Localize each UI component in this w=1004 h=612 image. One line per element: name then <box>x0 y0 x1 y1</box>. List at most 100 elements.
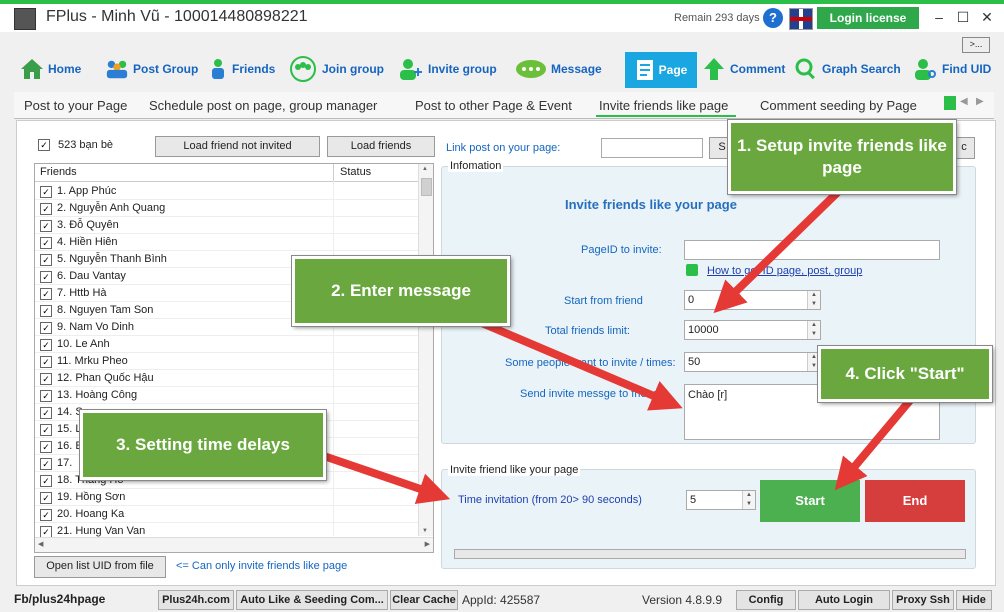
table-row[interactable]: ✓ 12. Phan Quốc Hậu <box>35 370 419 387</box>
row-checkbox[interactable]: ✓ <box>40 475 52 487</box>
scrollbar-thumb[interactable] <box>421 178 432 196</box>
more-button[interactable]: >... <box>962 37 990 53</box>
row-checkbox[interactable]: ✓ <box>40 186 52 198</box>
table-row[interactable]: ✓ 20. Hoang Ka <box>35 506 419 523</box>
end-button[interactable]: End <box>865 480 965 522</box>
table-row[interactable]: ✓ 3. Đỗ Quyên <box>35 217 419 234</box>
table-row[interactable]: ✓ 4. Hiền Hiên <box>35 234 419 251</box>
nav-invite-group[interactable]: Invite group <box>396 54 497 84</box>
pageid-input[interactable] <box>684 240 940 260</box>
link-post-input[interactable] <box>601 138 703 158</box>
table-row[interactable]: ✓ 1. App Phúc <box>35 183 419 200</box>
row-checkbox[interactable]: ✓ <box>40 407 52 419</box>
row-checkbox[interactable]: ✓ <box>40 339 52 351</box>
scroll-right-icon[interactable]: ▶ <box>425 540 430 548</box>
subtab-comment-seeding[interactable]: Comment seeding by Page <box>760 98 917 113</box>
auto-login-button[interactable]: Auto Login <box>798 590 890 610</box>
load-friend-not-invited-button[interactable]: Load friend not invited <box>155 136 320 157</box>
time-invitation-stepper[interactable]: ▲ ▼ <box>742 491 755 509</box>
tab-dropdown-button[interactable] <box>944 96 956 110</box>
config-button[interactable]: Config <box>736 590 796 610</box>
nav-comment-label: Comment <box>730 62 786 76</box>
table-row[interactable]: ✓ 13. Hoàng Công <box>35 387 419 404</box>
close-icon[interactable]: ✕ <box>976 6 998 28</box>
nav-page[interactable]: Page <box>625 52 697 88</box>
fb-page-label: Fb/plus24hpage <box>14 592 106 606</box>
table-row[interactable]: ✓ 10. Le Anh <box>35 336 419 353</box>
friend-name: 20. Hoang Ka <box>57 508 125 520</box>
subtab-post-to-other-page[interactable]: Post to other Page & Event <box>415 98 572 113</box>
nav-comment[interactable]: Comment <box>702 54 785 84</box>
row-checkbox[interactable]: ✓ <box>40 390 52 402</box>
row-checkbox[interactable]: ✓ <box>40 237 52 249</box>
row-checkbox[interactable]: ✓ <box>40 492 52 504</box>
col-friends-header: Friends <box>40 166 77 178</box>
friend-name: 15. L <box>57 423 82 435</box>
row-checkbox[interactable]: ✓ <box>40 458 52 470</box>
scroll-left-icon[interactable]: ◀ <box>38 540 43 548</box>
auto-like-button[interactable]: Auto Like & Seeding Com... <box>236 590 388 610</box>
start-from-input[interactable]: 0 <box>684 290 821 310</box>
minimize-icon[interactable]: – <box>928 6 950 28</box>
total-limit-stepper[interactable]: ▲ ▼ <box>807 321 820 339</box>
nav-home[interactable]: Home <box>20 54 81 84</box>
nav-message[interactable]: Message <box>515 54 602 84</box>
row-checkbox[interactable]: ✓ <box>40 373 52 385</box>
row-checkbox[interactable]: ✓ <box>40 203 52 215</box>
tab-scroll-left-icon[interactable]: ◀ <box>960 96 968 107</box>
invite-friend-group-title: Invite friend like your page <box>448 464 581 476</box>
version-label: Version 4.8.9.9 <box>642 593 723 607</box>
start-button[interactable]: Start <box>760 480 860 522</box>
nav-friends[interactable]: Friends <box>208 54 275 84</box>
appid-label: AppId: 425587 <box>462 593 541 607</box>
row-checkbox[interactable]: ✓ <box>40 288 52 300</box>
scroll-down-icon[interactable]: ▼ <box>422 528 428 534</box>
row-checkbox[interactable]: ✓ <box>40 220 52 232</box>
tab-scroll-right-icon[interactable]: ▶ <box>976 96 984 107</box>
scroll-up-icon[interactable]: ▲ <box>422 166 428 172</box>
table-row[interactable]: ✓ 11. Mrku Pheo <box>35 353 419 370</box>
uk-flag-icon[interactable] <box>789 8 813 30</box>
row-checkbox[interactable]: ✓ <box>40 322 52 334</box>
load-friends-button[interactable]: Load friends <box>327 136 435 157</box>
table-row[interactable]: ✓ 19. Hồng Sơn <box>35 489 419 506</box>
vertical-scrollbar[interactable]: ▲ ▼ <box>418 164 433 536</box>
subtab-invite-friends-like-page[interactable]: Invite friends like page <box>599 98 728 113</box>
proxy-ssh-button[interactable]: Proxy Ssh <box>892 590 954 610</box>
horizontal-scrollbar[interactable]: ◀ ▶ <box>35 537 433 552</box>
add-user-icon <box>396 57 424 81</box>
maximize-icon[interactable]: ☐ <box>952 6 974 28</box>
total-limit-input[interactable]: 10000 <box>684 320 821 340</box>
row-checkbox[interactable]: ✓ <box>40 305 52 317</box>
group-icon <box>105 57 129 81</box>
row-checkbox[interactable]: ✓ <box>40 509 52 521</box>
row-checkbox[interactable]: ✓ <box>40 441 52 453</box>
hide-button[interactable]: Hide <box>956 590 992 610</box>
table-row[interactable]: ✓ 2. Nguyễn Anh Quang <box>35 200 419 217</box>
link-post-c-button[interactable]: c <box>953 137 975 159</box>
nav-find-uid[interactable]: Find UID <box>912 54 991 84</box>
clear-cache-button[interactable]: Clear Cache <box>390 590 458 610</box>
nav-graph-search[interactable]: Graph Search <box>794 54 901 84</box>
row-checkbox[interactable]: ✓ <box>40 254 52 266</box>
help-icon[interactable]: ? <box>763 8 783 28</box>
page-icon <box>635 58 655 82</box>
plus24h-button[interactable]: Plus24h.com <box>158 590 234 610</box>
pageid-label: PageID to invite: <box>581 244 662 256</box>
table-header: Friends Status <box>35 164 419 182</box>
select-all-checkbox[interactable]: ✓ <box>38 139 50 151</box>
friends-table[interactable]: Friends Status ✓ 1. App Phúc ✓ 2. Nguyễn An… <box>34 163 434 553</box>
nav-post-group[interactable]: Post Group <box>105 54 198 84</box>
login-license-button[interactable]: Login license <box>817 7 919 29</box>
subtab-schedule-post[interactable]: Schedule post on page, group manager <box>149 98 377 113</box>
nav-join-group[interactable]: Join group <box>288 54 384 84</box>
howto-get-id-link[interactable]: How to get ID page, post, group <box>707 265 862 277</box>
friend-name: 3. Đỗ Quyên <box>57 219 119 231</box>
row-checkbox[interactable]: ✓ <box>40 271 52 283</box>
some-people-input[interactable]: 50 <box>684 352 821 372</box>
open-list-uid-button[interactable]: Open list UID from file <box>34 556 166 578</box>
row-checkbox[interactable]: ✓ <box>40 424 52 436</box>
row-checkbox[interactable]: ✓ <box>40 356 52 368</box>
start-from-stepper[interactable]: ▲ ▼ <box>807 291 820 309</box>
subtab-post-to-your-page[interactable]: Post to your Page <box>24 98 127 113</box>
